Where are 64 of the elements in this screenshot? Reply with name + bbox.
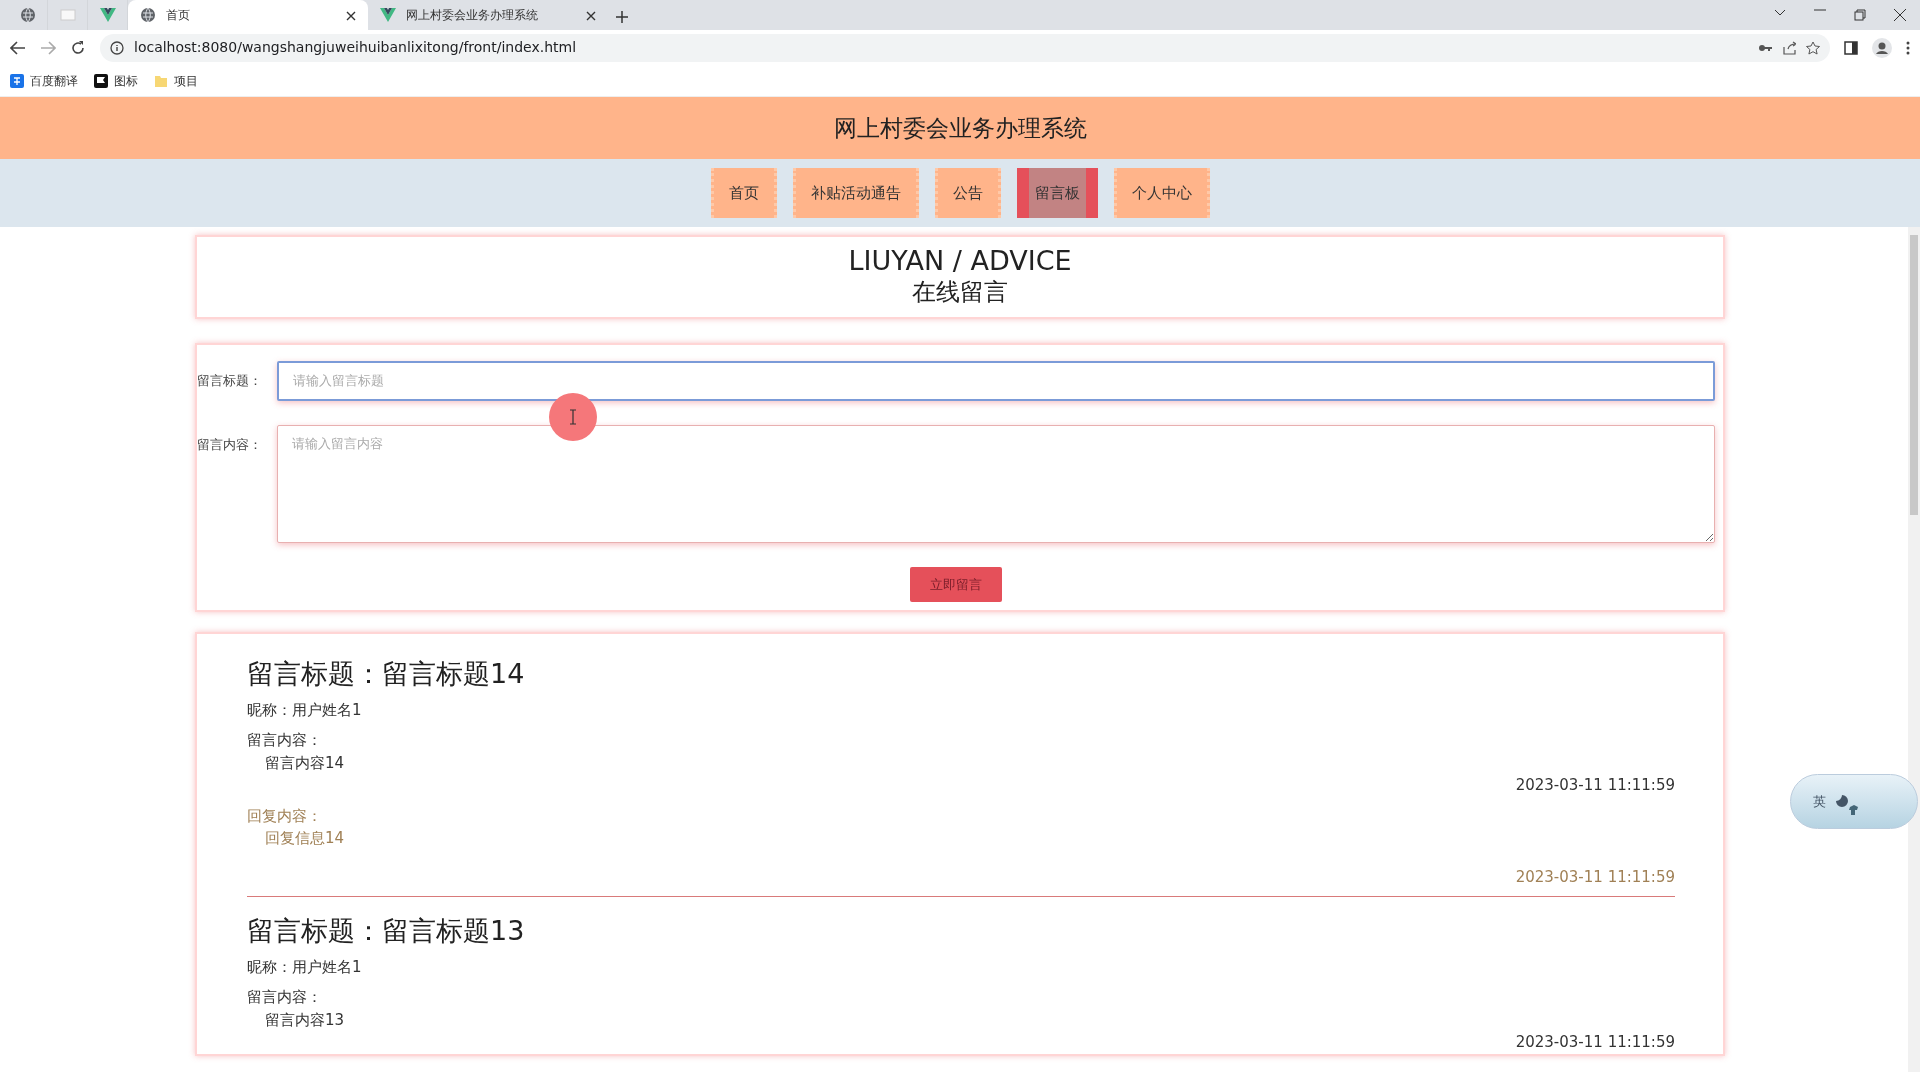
vue-logo-icon xyxy=(380,7,396,23)
bookmark-label: 百度翻译 xyxy=(30,72,78,90)
message-title: 留言标题：留言标题13 xyxy=(247,914,526,949)
browser-tab[interactable]: 首页 xyxy=(128,0,368,30)
site-title: 网上村委会业务办理系统 xyxy=(0,97,1920,159)
browser-tab[interactable]: 网上村委会业务办理系统 xyxy=(368,0,608,30)
section-title: LIUYAN / ADVICE xyxy=(847,245,1073,278)
back-arrow-icon[interactable] xyxy=(10,40,26,55)
globe-icon xyxy=(19,7,36,23)
folder-icon xyxy=(154,73,168,88)
scrollbar-thumb[interactable] xyxy=(1910,235,1918,515)
close-icon[interactable] xyxy=(1894,9,1906,21)
blank-page-icon xyxy=(59,7,76,23)
close-icon xyxy=(586,11,596,21)
tab-title: 首页 xyxy=(166,7,191,24)
nav-button[interactable]: 首页 xyxy=(710,168,777,218)
message-time: 2023-03-11 11:11:59 xyxy=(1514,775,1675,797)
nav-button[interactable]: 个人中心 xyxy=(1113,168,1210,218)
info-icon xyxy=(110,40,124,55)
text-cursor-icon xyxy=(569,409,577,425)
reply-content: 回复信息14 xyxy=(264,828,346,850)
content-label: 留言内容： xyxy=(247,987,323,1009)
scrollbar[interactable] xyxy=(1908,227,1920,1072)
nav-button[interactable]: 补贴活动通告 xyxy=(792,168,919,218)
plus-icon xyxy=(616,10,628,23)
bookmark[interactable]: 图标 xyxy=(94,71,138,90)
nickname: 昵称：用户姓名1 xyxy=(247,956,363,978)
bookmark-label: 项目 xyxy=(174,72,198,90)
section-subtitle: 在线留言 xyxy=(911,277,1009,309)
profile-icon[interactable] xyxy=(1872,37,1892,58)
side-panel-icon[interactable] xyxy=(1844,40,1858,55)
content-textarea-field[interactable]: 请输入留言内容 xyxy=(277,424,1715,543)
restore-icon[interactable] xyxy=(1854,9,1866,21)
flag-icon xyxy=(94,73,108,88)
globe-icon xyxy=(140,7,156,23)
menu-icon[interactable] xyxy=(1906,40,1910,55)
address-bar[interactable]: localhost:8080/wangshangjuweihuibanlixitong/front/index.html xyxy=(100,33,1830,62)
reload-icon[interactable] xyxy=(70,39,86,56)
vue-logo-icon xyxy=(99,7,116,23)
field-label: 留言标题： xyxy=(197,371,263,390)
bookmark[interactable]: 百度翻译 xyxy=(10,71,78,90)
ime-toolbar[interactable]: 英 xyxy=(1790,774,1918,829)
chevron-down-icon[interactable] xyxy=(1774,9,1786,17)
tab-title: 网上村委会业务办理系统 xyxy=(406,7,539,24)
message-content: 留言内容13 xyxy=(264,1009,346,1031)
nickname: 昵称：用户姓名1 xyxy=(247,699,363,721)
bookmark[interactable]: 项目 xyxy=(154,71,198,90)
message-time: 2023-03-11 11:11:59 xyxy=(1514,1032,1675,1054)
message-content: 留言内容14 xyxy=(264,752,346,774)
ime-mode-label: 英 xyxy=(1813,792,1826,811)
title-input-field[interactable]: 请输入留言标题 xyxy=(277,360,1715,401)
reply-label: 回复内容： xyxy=(247,805,323,827)
url-text: localhost:8080/wangshangjuweihuibanlixitong/front/index.html xyxy=(134,38,578,57)
field-label: 留言内容： xyxy=(197,435,263,454)
reply-time: 2023-03-11 11:11:59 xyxy=(1514,866,1675,888)
translate-icon xyxy=(10,73,24,88)
message-title: 留言标题：留言标题14 xyxy=(247,657,526,692)
nav-button[interactable]: 留言板 xyxy=(1016,168,1098,218)
close-icon xyxy=(346,11,356,21)
content-label: 留言内容： xyxy=(247,730,323,752)
bookmark-label: 图标 xyxy=(114,72,138,90)
star-icon[interactable] xyxy=(1806,40,1820,55)
share-icon[interactable] xyxy=(1782,40,1796,55)
nav-button[interactable]: 公告 xyxy=(934,168,1001,218)
